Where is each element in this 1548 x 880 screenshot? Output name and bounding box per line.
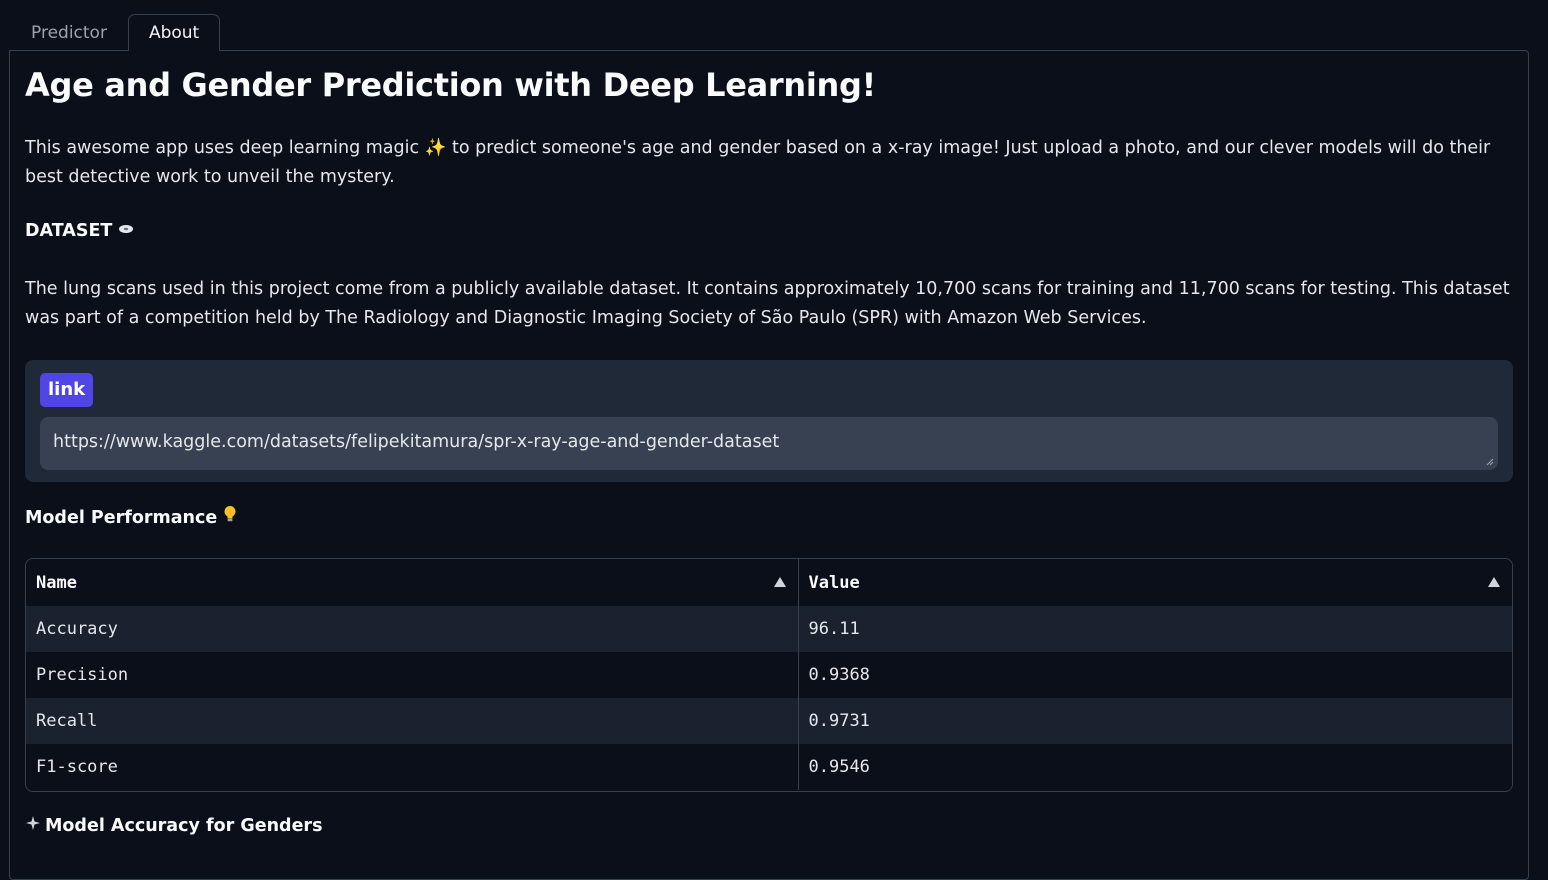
page-title: Age and Gender Prediction with Deep Lear… (25, 66, 876, 104)
resize-handle-icon[interactable] (1485, 457, 1494, 466)
dataset-description: The lung scans used in this project come… (25, 279, 1510, 328)
app-description: This awesome app uses deep learning magi… (25, 138, 1491, 187)
sort-asc-icon[interactable] (1488, 577, 1500, 587)
disk-icon (118, 219, 134, 243)
lightbulb-icon (223, 505, 237, 530)
tab-bar: Predictor About (10, 14, 221, 52)
table-row: F1-score 0.9546 (26, 744, 1512, 790)
performance-heading: Model Performance (25, 505, 237, 530)
link-label: link (40, 373, 94, 407)
table-cell[interactable]: 96.11 (798, 606, 1512, 652)
table-row: Accuracy 96.11 (26, 606, 1512, 652)
table-cell[interactable]: 0.9368 (798, 652, 1512, 698)
column-header-name[interactable]: Name (26, 559, 799, 606)
link-value: https://www.kaggle.com/datasets/felipeki… (53, 432, 780, 452)
table-cell[interactable]: Recall (26, 698, 799, 744)
table-cell[interactable]: Precision (26, 652, 799, 698)
about-panel: Age and Gender Prediction with Deep Lear… (9, 50, 1529, 880)
dataset-title: DATASET (25, 221, 113, 241)
performance-title: Model Performance (25, 507, 218, 528)
table-row: Precision 0.9368 (26, 652, 1512, 698)
table-cell[interactable]: 0.9731 (798, 698, 1512, 744)
sort-asc-icon[interactable] (773, 577, 786, 587)
performance-table: Name Value Accuracy 96.11 Precision 0.93… (25, 558, 1513, 792)
dataset-heading: DATASET (25, 219, 1513, 243)
link-field-block: link https://www.kaggle.com/datasets/fel… (25, 360, 1513, 482)
tab-predictor[interactable]: Predictor (10, 14, 128, 51)
table-cell[interactable]: F1-score (26, 744, 799, 790)
table-row: Recall 0.9731 (26, 698, 1512, 744)
gender-accuracy-heading: Model Accuracy for Genders (25, 814, 322, 838)
link-textbox[interactable]: https://www.kaggle.com/datasets/felipeki… (40, 417, 1498, 470)
tab-about[interactable]: About (127, 14, 221, 52)
gender-accuracy-title: Model Accuracy for Genders (45, 816, 323, 836)
table-cell[interactable]: Accuracy (26, 606, 799, 652)
sparkle-icon (25, 814, 41, 838)
table-cell[interactable]: 0.9546 (798, 744, 1512, 790)
column-header-value[interactable]: Value (798, 559, 1512, 606)
